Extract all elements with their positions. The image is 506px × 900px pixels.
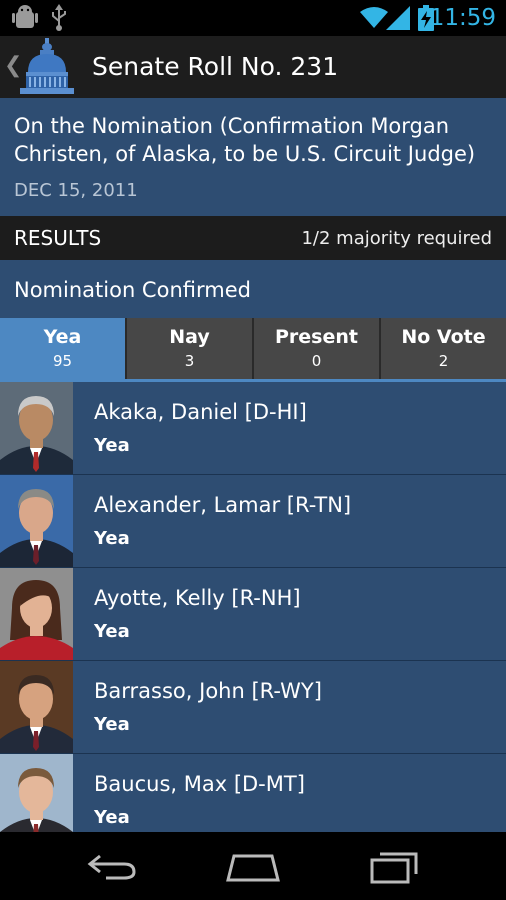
clock: 11:59 — [429, 5, 496, 31]
tab-yea[interactable]: Yea 95 — [0, 318, 127, 380]
senator-list[interactable]: Akaka, Daniel [D-HI] Yea Alexander, Lama… — [0, 382, 506, 832]
tab-count: 95 — [52, 352, 73, 370]
tab-count: 2 — [438, 352, 449, 370]
list-item[interactable]: Baucus, Max [D-MT] Yea — [0, 754, 506, 832]
up-button[interactable]: ❮ — [0, 36, 80, 98]
tab-count: 3 — [184, 352, 195, 370]
senator-vote: Yea — [94, 435, 130, 456]
navigation-bar — [0, 832, 506, 900]
tab-label: Nay — [169, 326, 210, 348]
outcome-text: Nomination Confirmed — [14, 278, 251, 302]
senator-vote: Yea — [94, 807, 130, 828]
list-item[interactable]: Ayotte, Kelly [R-NH] Yea — [0, 568, 506, 661]
results-bar: RESULTS 1/2 majority required — [0, 216, 506, 260]
list-item[interactable]: Alexander, Lamar [R-TN] Yea — [0, 475, 506, 568]
wifi-icon — [360, 0, 388, 36]
screen-title: Senate Roll No. 231 — [92, 52, 339, 81]
recents-nav-icon[interactable] — [368, 848, 422, 888]
tab-label: Yea — [43, 326, 82, 348]
majority-label: 1/2 majority required — [301, 228, 492, 249]
results-label: RESULTS — [14, 226, 102, 250]
senator-vote: Yea — [94, 714, 130, 735]
list-item[interactable]: Barrasso, John [R-WY] Yea — [0, 661, 506, 754]
action-bar: ❮ Senate Roll No. 231 — [0, 36, 506, 98]
list-item[interactable]: Akaka, Daniel [D-HI] Yea — [0, 382, 506, 475]
senator-vote: Yea — [94, 528, 130, 549]
senator-name: Ayotte, Kelly [R-NH] — [94, 586, 301, 610]
senator-name: Baucus, Max [D-MT] — [94, 772, 305, 796]
home-nav-icon[interactable] — [224, 848, 282, 888]
tab-no-vote[interactable]: No Vote 2 — [381, 318, 506, 380]
tab-label: No Vote — [401, 326, 486, 348]
tab-nay[interactable]: Nay 3 — [127, 318, 254, 380]
tab-label: Present — [275, 326, 358, 348]
senator-photo — [0, 382, 73, 474]
senator-photo — [0, 475, 73, 567]
vote-date: DEC 15, 2011 — [14, 180, 138, 201]
tab-present[interactable]: Present 0 — [254, 318, 381, 380]
back-nav-icon[interactable] — [86, 848, 140, 888]
senator-photo — [0, 754, 73, 832]
capitol-dome-icon — [20, 38, 74, 94]
status-bar: 11:59 — [0, 0, 506, 36]
senator-photo — [0, 661, 73, 753]
vote-question: On the Nomination (Confirmation Morgan C… — [14, 114, 476, 166]
senator-name: Akaka, Daniel [D-HI] — [94, 400, 307, 424]
usb-icon — [50, 0, 68, 36]
senator-photo — [0, 568, 73, 660]
vote-outcome: Nomination Confirmed — [0, 260, 506, 318]
senator-vote: Yea — [94, 621, 130, 642]
senator-name: Barrasso, John [R-WY] — [94, 679, 322, 703]
tab-count: 0 — [311, 352, 322, 370]
senator-name: Alexander, Lamar [R-TN] — [94, 493, 352, 517]
vote-tabs: Yea 95 Nay 3 Present 0 No Vote 2 — [0, 318, 506, 380]
android-debug-icon — [12, 0, 38, 36]
signal-icon — [386, 0, 410, 36]
